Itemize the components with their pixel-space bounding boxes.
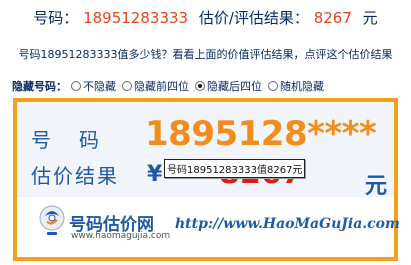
radio-label: 隐藏后四位 bbox=[207, 80, 262, 93]
logo-icon bbox=[39, 205, 65, 235]
headline-result-value: 8267 bbox=[313, 9, 352, 27]
card-number-label: 号码 bbox=[31, 128, 127, 152]
headline-result-label: 估价/评估结果： bbox=[198, 9, 309, 27]
radio-label: 不隐藏 bbox=[83, 80, 116, 93]
hide-options: 隐藏号码： 不隐藏 隐藏前四位 隐藏后四位 随机隐藏 bbox=[12, 78, 330, 94]
radio-hide-first-four[interactable]: 隐藏前四位 bbox=[122, 78, 189, 94]
radio-label: 隐藏前四位 bbox=[134, 80, 189, 93]
logo-url: www.haomagujia.com bbox=[71, 231, 171, 241]
site-url-link[interactable]: http://www.HaoMaGuJia.com bbox=[175, 216, 400, 232]
masked-number: 1895128**** bbox=[145, 114, 377, 154]
radio-random-hide[interactable]: 随机隐藏 bbox=[268, 78, 324, 94]
headline: 号码： 18951283333 估价/评估结果： 8267 元 bbox=[0, 7, 411, 28]
headline-unit: 元 bbox=[362, 9, 378, 27]
radio-no-hide[interactable]: 不隐藏 bbox=[71, 78, 116, 94]
currency-symbol: ¥ bbox=[147, 162, 163, 187]
radio-icon[interactable] bbox=[71, 81, 81, 91]
valuation-card: 号码 1895128**** 估价结果 ¥ 8267 元 号码189512833… bbox=[13, 98, 400, 261]
radio-label: 随机隐藏 bbox=[280, 80, 324, 93]
radio-icon[interactable] bbox=[122, 81, 132, 91]
radio-icon[interactable] bbox=[195, 81, 205, 91]
price-unit: 元 bbox=[365, 174, 388, 199]
radio-hide-last-four[interactable]: 隐藏后四位 bbox=[195, 78, 262, 94]
logo: 号码估价网 www.haomagujia.com bbox=[29, 202, 179, 244]
card-result-label: 估价结果 bbox=[31, 164, 119, 188]
evaluation-question: 号码18951283333值多少钱？看看上面的价值评估结果，点评这个估价结果 bbox=[18, 48, 393, 61]
headline-number-label: 号码： bbox=[33, 9, 79, 27]
headline-number-value: 18951283333 bbox=[83, 9, 189, 27]
tooltip: 号码18951283333值8267元 bbox=[164, 159, 306, 178]
hide-options-label: 隐藏号码： bbox=[12, 80, 67, 93]
radio-icon[interactable] bbox=[268, 81, 278, 91]
